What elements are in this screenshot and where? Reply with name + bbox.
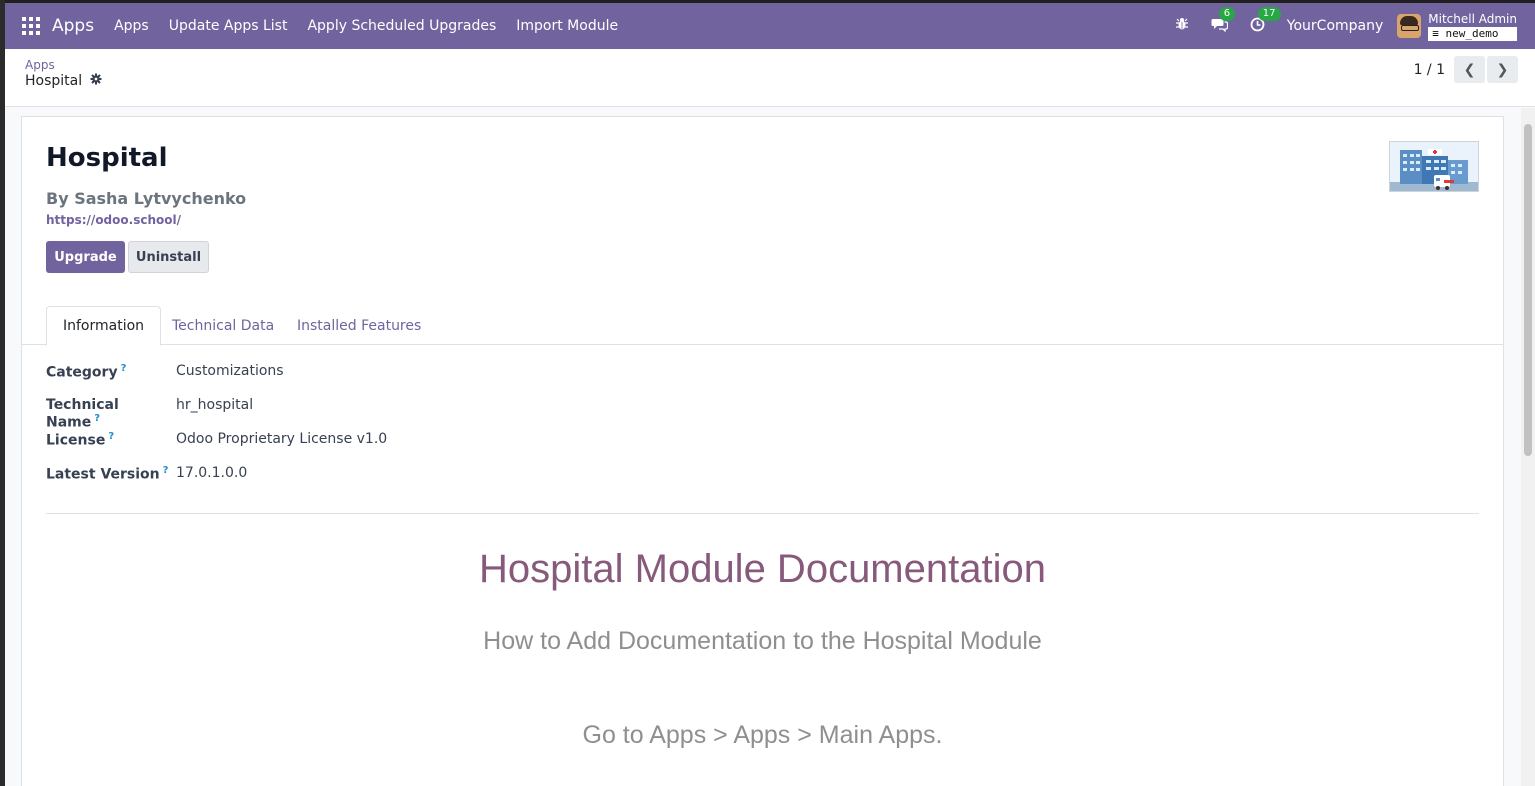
field-license: License? Odoo Proprietary License v1.0 (46, 431, 387, 449)
field-technical-name-value: hr_hospital (176, 397, 254, 413)
tab-technical-data-label: Technical Data (172, 317, 275, 334)
menu-apply-scheduled-upgrades[interactable]: Apply Scheduled Upgrades (307, 18, 496, 34)
gear-icon[interactable] (90, 73, 102, 89)
field-category-label: Category? (46, 363, 176, 381)
documentation-paragraph: Go to Apps > Apps > Main Apps. (582, 721, 943, 749)
pager-previous-button[interactable]: ❮ (1454, 56, 1485, 83)
activities-count-badge: 17 (1257, 6, 1281, 21)
documentation-heading: Hospital Module Documentation (479, 547, 1046, 591)
field-latest-version: Latest Version? 17.0.1.0.0 (46, 465, 247, 483)
navbar: Apps Apps Update Apps List Apply Schedul… (5, 3, 1535, 49)
database-label: new_demo (1445, 26, 1499, 40)
user-name: Mitchell Admin (1428, 11, 1517, 26)
company-switcher[interactable]: YourCompany (1287, 18, 1384, 34)
help-icon[interactable]: ? (163, 465, 169, 476)
category-label-text: Category (46, 364, 118, 381)
menu-apps[interactable]: Apps (114, 18, 149, 34)
divider (46, 513, 1479, 514)
tab-information[interactable]: Information (46, 306, 162, 346)
latest-version-label-text: Latest Version (46, 466, 160, 483)
tab-installed-features[interactable]: Installed Features (281, 306, 437, 345)
license-label-text: License (46, 432, 106, 449)
field-license-value: Odoo Proprietary License v1.0 (176, 431, 388, 447)
page-scrollbar-thumb[interactable] (1524, 124, 1532, 456)
field-latest-version-label: Latest Version? (46, 465, 176, 483)
breadcrumb-parent[interactable]: Apps (25, 58, 55, 72)
messages-icon[interactable]: 6 (1211, 6, 1236, 36)
debug-bug-icon[interactable] (1175, 17, 1189, 35)
field-latest-version-value: 17.0.1.0.0 (176, 465, 248, 481)
field-category: Category? Customizations (46, 363, 284, 381)
field-license-label: License? (46, 431, 176, 449)
uninstall-button[interactable]: Uninstall (128, 241, 209, 273)
chevron-right-icon: ❯ (1496, 61, 1509, 78)
field-category-value: Customizations (176, 363, 284, 379)
module-author: By Sasha Lytvychenko (46, 189, 247, 208)
database-name: ≡ new_demo (1428, 26, 1517, 41)
control-panel: Apps Hospital 1 / 1 ❮ ❯ (5, 49, 1535, 107)
pager-next-button[interactable]: ❯ (1487, 56, 1518, 83)
messages-count-badge: 6 (1218, 6, 1236, 21)
chevron-left-icon: ❮ (1463, 61, 1476, 78)
user-avatar[interactable] (1397, 14, 1422, 38)
apps-menu-icon[interactable] (22, 17, 40, 35)
activities-clock-icon[interactable]: 17 (1250, 6, 1281, 36)
window-edge (0, 0, 5, 786)
user-menu[interactable]: Mitchell Admin ≡ new_demo (1428, 12, 1517, 41)
field-technical-name: Technical Name? hr_hospital (46, 397, 253, 431)
menu-update-apps-list[interactable]: Update Apps List (169, 18, 288, 34)
breadcrumb-current-label: Hospital (25, 73, 83, 89)
documentation-subheading: How to Add Documentation to the Hospital… (483, 627, 1042, 655)
upgrade-button[interactable]: Upgrade (46, 241, 125, 273)
help-icon[interactable]: ? (121, 363, 127, 374)
tab-technical-data[interactable]: Technical Data (156, 306, 290, 345)
pager-value[interactable]: 1 / 1 (1414, 62, 1445, 78)
module-website-link[interactable]: https://odoo.school/ (46, 213, 181, 227)
menu-import-module[interactable]: Import Module (516, 18, 618, 34)
form-sheet: Hospital By Sasha Lytvychenko https://od… (21, 116, 1504, 786)
tab-information-label: Information (63, 318, 145, 334)
help-icon[interactable]: ? (108, 431, 114, 442)
breadcrumb-current: Hospital (25, 73, 102, 89)
module-icon-image (1389, 141, 1479, 192)
notebook-tabs: Information Technical Data Installed Fea… (22, 306, 1503, 346)
technical-name-label-text: Technical Name (46, 397, 119, 431)
module-title: Hospital (46, 143, 168, 173)
navbar-brand[interactable]: Apps (52, 16, 94, 36)
tab-installed-features-label: Installed Features (297, 317, 422, 334)
help-icon[interactable]: ? (94, 413, 100, 424)
field-technical-name-label: Technical Name? (46, 397, 176, 431)
